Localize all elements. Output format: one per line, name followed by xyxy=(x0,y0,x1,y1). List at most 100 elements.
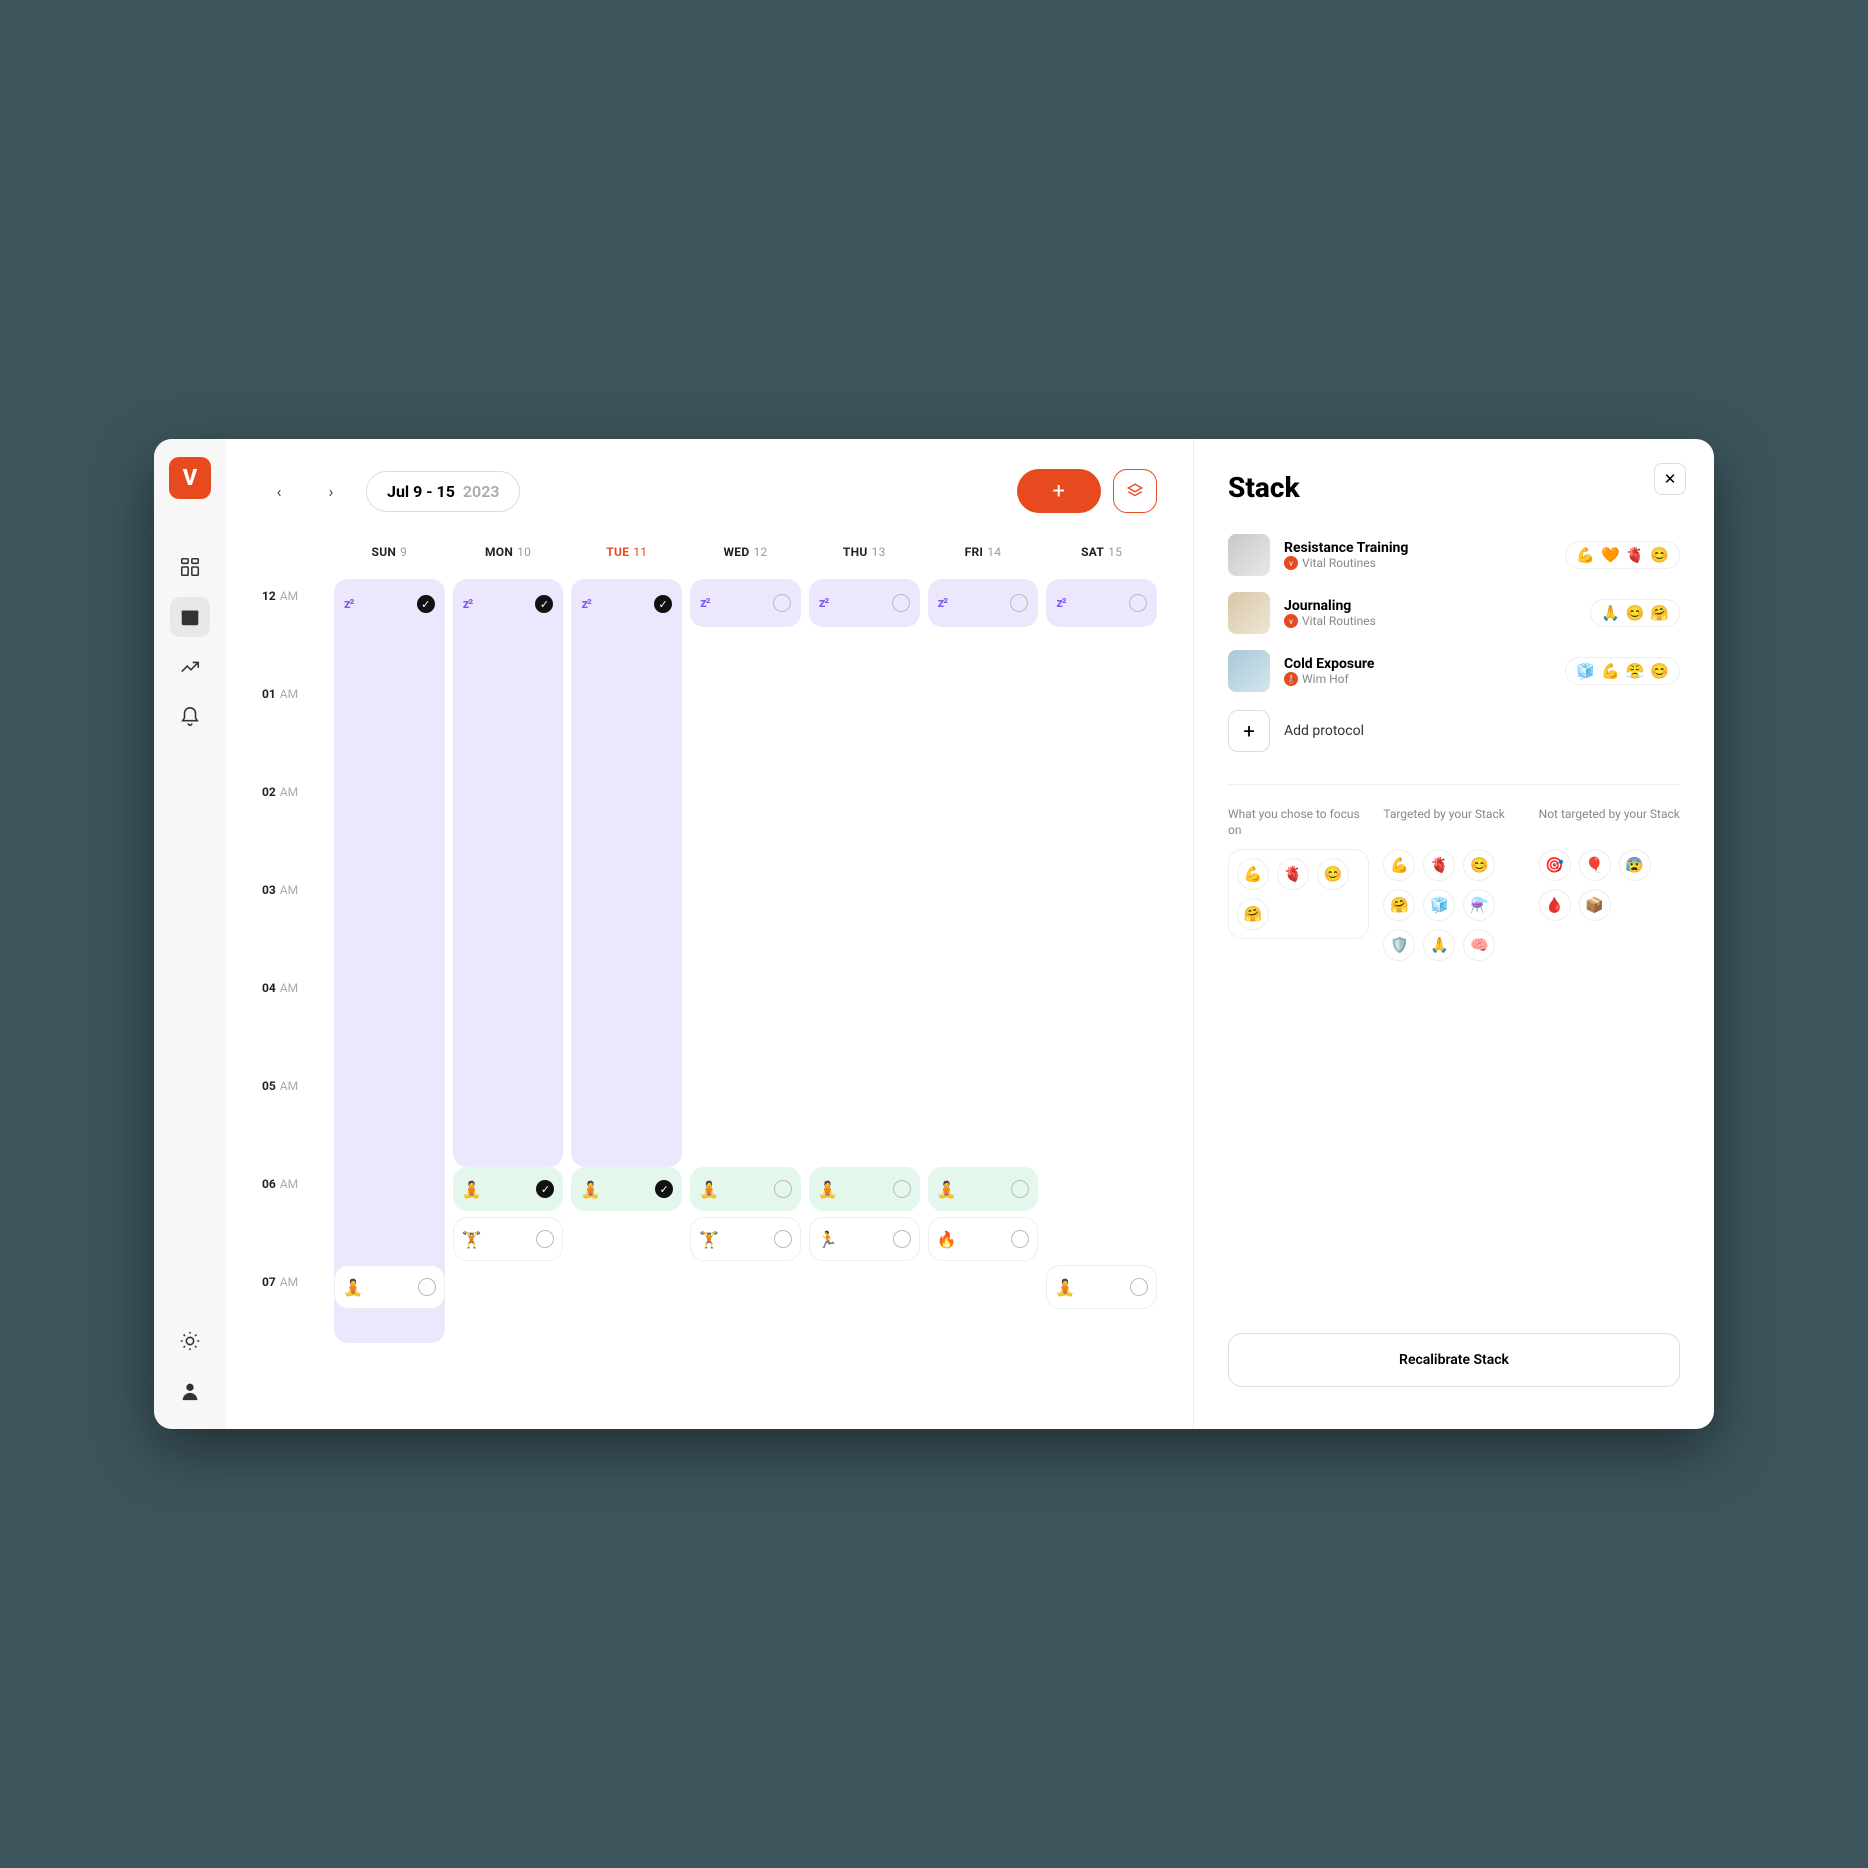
protocol-title: Cold Exposure xyxy=(1284,656,1551,672)
close-panel-button[interactable]: ✕ xyxy=(1654,463,1686,495)
sleep-block[interactable]: z² xyxy=(1046,579,1157,627)
event-card[interactable]: 🧘 xyxy=(809,1167,920,1211)
focus-column: What you chose to focus on 💪🫀😊 🤗 xyxy=(1228,807,1369,961)
event-card[interactable]: 🧘 xyxy=(928,1167,1039,1211)
add-protocol-label: Add protocol xyxy=(1284,723,1364,739)
focus-chip[interactable]: 🤗 xyxy=(1383,889,1415,921)
protocol-source: 🌡️Wim Hof xyxy=(1284,672,1551,686)
protocol-title: Journaling xyxy=(1284,598,1576,614)
day-header[interactable]: WED12 xyxy=(690,545,801,579)
protocol-item[interactable]: Resistance Training vVital Routines 💪🧡🫀😊 xyxy=(1228,526,1680,584)
days-grid: SUN9z²✓🧘MON10z²✓🧘✓🏋️TUE11z²✓🧘✓WED12z²🧘🏋️… xyxy=(334,545,1157,1429)
sidebar-bottom xyxy=(170,1321,210,1411)
add-protocol-button[interactable]: + Add protocol xyxy=(1228,700,1680,762)
theme-toggle[interactable] xyxy=(170,1321,210,1361)
nav-notifications[interactable] xyxy=(170,697,210,737)
topbar: ‹ › Jul 9 - 15 2023 + xyxy=(262,469,1157,513)
focus-chip[interactable]: 😰 xyxy=(1619,849,1651,881)
app-logo: V xyxy=(169,457,211,499)
add-event-button[interactable]: + xyxy=(1017,469,1101,513)
hour-label: 03AM xyxy=(262,883,334,981)
focus-chip[interactable]: 😊 xyxy=(1317,858,1349,890)
event-card[interactable]: 🏋️ xyxy=(453,1217,564,1261)
prev-week-button[interactable]: ‹ xyxy=(262,474,296,508)
day-header[interactable]: SAT15 xyxy=(1046,545,1157,579)
date-range-text: Jul 9 - 15 xyxy=(387,482,455,501)
focus-title: Targeted by your Stack xyxy=(1383,807,1524,839)
day-header[interactable]: THU13 xyxy=(809,545,920,579)
focus-chip[interactable]: 📦 xyxy=(1579,889,1611,921)
protocol-targets: 🧊💪😤😊 xyxy=(1565,657,1680,685)
focus-chip[interactable]: 🙏 xyxy=(1423,929,1455,961)
protocol-targets: 🙏😊🤗 xyxy=(1590,599,1680,627)
event-card[interactable]: 🧘✓ xyxy=(571,1167,682,1211)
day-column: SAT15z² 🧘 xyxy=(1046,545,1157,1429)
sleep-block[interactable]: z² xyxy=(809,579,920,627)
nav-dashboard[interactable] xyxy=(170,547,210,587)
protocol-list: Resistance Training vVital Routines 💪🧡🫀😊… xyxy=(1228,526,1680,700)
grid-icon xyxy=(179,556,201,578)
focus-chip[interactable]: 🫀 xyxy=(1423,849,1455,881)
plus-icon: + xyxy=(1228,710,1270,752)
separator xyxy=(1228,784,1680,785)
hour-label: 12AM xyxy=(262,589,334,687)
protocol-item[interactable]: Journaling vVital Routines 🙏😊🤗 xyxy=(1228,584,1680,642)
protocol-title: Resistance Training xyxy=(1284,540,1551,556)
protocol-thumb xyxy=(1228,534,1270,576)
focus-chip[interactable]: 🎯 xyxy=(1539,849,1571,881)
day-header[interactable]: SUN9 xyxy=(334,545,445,579)
focus-chip[interactable]: 💪 xyxy=(1383,849,1415,881)
date-range-year: 2023 xyxy=(463,482,500,501)
focus-chip[interactable]: 🎈 xyxy=(1579,849,1611,881)
event-card[interactable]: 🏋️ xyxy=(690,1217,801,1261)
nav-trends[interactable] xyxy=(170,647,210,687)
focus-chip[interactable]: 🛡️ xyxy=(1383,929,1415,961)
focus-grid: What you chose to focus on 💪🫀😊🤗Targeted … xyxy=(1228,807,1680,961)
next-week-button[interactable]: › xyxy=(314,474,348,508)
day-column: FRI14z² 🧘 🔥 xyxy=(928,545,1039,1429)
focus-chip[interactable]: ⚗️ xyxy=(1463,889,1495,921)
sleep-block[interactable]: z²✓ xyxy=(571,579,682,1167)
event-card[interactable]: 🧘 xyxy=(334,1265,445,1309)
recalibrate-label: Recalibrate Stack xyxy=(1399,1352,1509,1368)
event-card[interactable]: 🧘 xyxy=(1046,1265,1157,1309)
profile[interactable] xyxy=(170,1371,210,1411)
focus-title: What you chose to focus on xyxy=(1228,807,1369,839)
focus-chip[interactable]: 🤗 xyxy=(1237,898,1269,930)
day-column: MON10z²✓🧘✓ 🏋️ xyxy=(453,545,564,1429)
hours-column: 12AM01AM02AM03AM04AM05AM06AM07AM xyxy=(262,545,334,1429)
day-header[interactable]: TUE11 xyxy=(571,545,682,579)
sleep-block[interactable]: z²✓ xyxy=(453,579,564,1167)
focus-chip[interactable]: 😊 xyxy=(1463,849,1495,881)
date-range-picker[interactable]: Jul 9 - 15 2023 xyxy=(366,471,520,512)
sleep-block[interactable]: z² xyxy=(690,579,801,627)
focus-chip[interactable]: 💪 xyxy=(1237,858,1269,890)
day-body: z²✓🧘 xyxy=(334,579,445,1429)
day-body: z² 🧘 🔥 xyxy=(928,579,1039,1429)
day-header[interactable]: FRI14 xyxy=(928,545,1039,579)
protocol-source: vVital Routines xyxy=(1284,614,1576,628)
event-card[interactable]: 🧘✓ xyxy=(453,1167,564,1211)
nav-calendar[interactable] xyxy=(170,597,210,637)
event-card[interactable]: 🔥 xyxy=(928,1217,1039,1261)
recalibrate-button[interactable]: Recalibrate Stack xyxy=(1228,1333,1680,1387)
focus-chip[interactable]: 🧠 xyxy=(1463,929,1495,961)
event-card[interactable]: 🧘 xyxy=(690,1167,801,1211)
hour-label: 07AM xyxy=(262,1275,334,1373)
sun-icon xyxy=(179,1330,201,1352)
sleep-block[interactable]: z² xyxy=(928,579,1039,627)
focus-chip[interactable]: 🫀 xyxy=(1277,858,1309,890)
event-card[interactable]: 🏃 xyxy=(809,1217,920,1261)
stack-button[interactable] xyxy=(1113,469,1157,513)
protocol-thumb xyxy=(1228,650,1270,692)
focus-chip[interactable]: 🧊 xyxy=(1423,889,1455,921)
focus-chip[interactable]: 🩸 xyxy=(1539,889,1571,921)
protocol-thumb xyxy=(1228,592,1270,634)
day-header[interactable]: MON10 xyxy=(453,545,564,579)
hour-label: 04AM xyxy=(262,981,334,1079)
protocol-item[interactable]: Cold Exposure 🌡️Wim Hof 🧊💪😤😊 xyxy=(1228,642,1680,700)
sleep-block[interactable]: z²✓ xyxy=(334,579,445,1343)
hour-label: 06AM xyxy=(262,1177,334,1275)
calendar-grid: 12AM01AM02AM03AM04AM05AM06AM07AM SUN9z²✓… xyxy=(262,545,1157,1429)
sidebar: V xyxy=(154,439,226,1429)
